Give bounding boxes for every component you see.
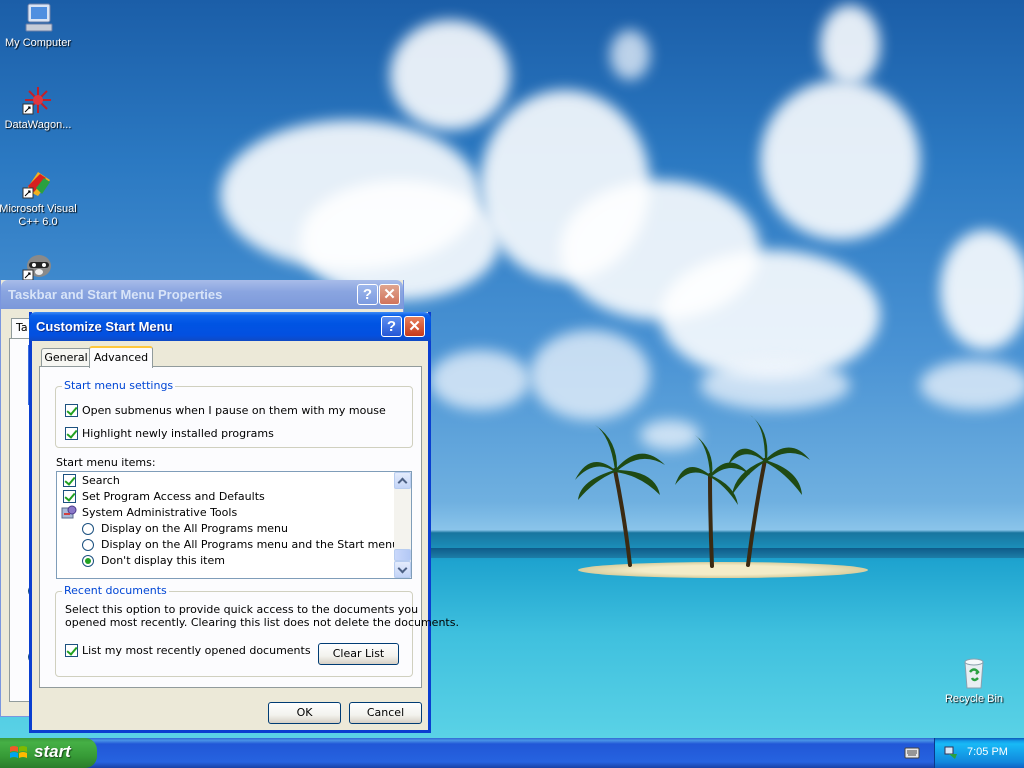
cancel-button[interactable]: Cancel [349, 702, 422, 724]
group-legend: Recent documents [62, 584, 169, 597]
clear-list-button[interactable]: Clear List [318, 643, 399, 665]
recent-docs-description: Select this option to provide quick acce… [65, 603, 419, 616]
datawagon-icon [22, 87, 51, 115]
start-menu-items-label: Start menu items: [56, 456, 156, 469]
list-item: Don't display this item [101, 554, 225, 567]
advanced-tab-panel: Start menu settings Open submenus when I… [39, 366, 459, 688]
group-legend: Start menu settings [62, 379, 176, 392]
windows-logo-icon [10, 746, 27, 758]
system-tray: 7:05 PM [934, 738, 1024, 768]
program-access-checkbox[interactable] [63, 490, 76, 503]
tab-label: Ta [16, 321, 28, 334]
start-menu-items-list[interactable]: Search Set Program Access and Defaults S… [56, 471, 412, 579]
desktop-icon-label: DataWagon... [4, 119, 72, 131]
customize-start-menu-dialog[interactable]: Customize Start Menu ? ✕ General Advance… [29, 312, 459, 733]
taskbar: start 7:05 PM [0, 738, 1024, 768]
desktop-icon-label: Microsoft Visual C++ 6.0 [0, 203, 77, 228]
open-submenus-checkbox[interactable] [65, 404, 78, 417]
tab-label: General [44, 351, 88, 364]
desktop-icon-label: My Computer [4, 37, 72, 49]
checkbox-label: List my most recently opened documents [82, 644, 311, 657]
window-title: Taskbar and Start Menu Properties [8, 287, 223, 302]
ok-button[interactable]: OK [268, 702, 341, 724]
desktop-icon-datawagon[interactable]: DataWagon... [0, 84, 78, 132]
recent-documents-group: Recent documents Select this option to p… [55, 584, 459, 677]
clock[interactable]: 7:05 PM [967, 746, 1008, 758]
button-label: Cancel [366, 706, 405, 719]
dont-display-radio[interactable] [82, 555, 94, 567]
button-label: OK [296, 706, 313, 719]
desktop-icon-label: Recycle Bin [944, 693, 1004, 705]
close-button[interactable]: ✕ [379, 284, 400, 305]
desktop-icon-visual-cpp[interactable]: Microsoft Visual C++ 6.0 [0, 168, 78, 229]
recent-docs-description: opened most recently. Clearing this list… [65, 616, 459, 629]
display-all-programs-and-start-radio[interactable] [82, 539, 94, 551]
help-button[interactable]: ? [357, 284, 378, 305]
desktop-icon-my-computer[interactable]: My Computer [0, 2, 78, 50]
search-checkbox[interactable] [63, 474, 76, 487]
list-item: Search [82, 474, 120, 487]
dialog-title: Customize Start Menu [36, 319, 173, 334]
highlight-programs-checkbox[interactable] [65, 427, 78, 440]
tab-label: Advanced [93, 351, 149, 364]
list-item: Display on the All Programs menu [101, 522, 288, 535]
scroll-thumb[interactable] [394, 549, 411, 561]
start-menu-settings-group: Start menu settings Open submenus when I… [55, 379, 413, 448]
start-button[interactable]: start [0, 738, 97, 768]
checkbox-label: Highlight newly installed programs [82, 427, 274, 440]
display-all-programs-radio[interactable] [82, 523, 94, 535]
recycle-bin-icon [964, 658, 984, 689]
start-label: start [34, 742, 71, 761]
keyboard-icon[interactable] [904, 746, 920, 760]
my-computer-icon [25, 3, 53, 32]
scroll-up-button[interactable] [394, 472, 411, 489]
raccoon-app-icon [22, 255, 51, 281]
button-label: Clear List [332, 647, 385, 660]
list-item: Set Program Access and Defaults [82, 490, 265, 503]
window-titlebar[interactable]: Taskbar and Start Menu Properties ? ✕ [1, 280, 403, 309]
tab-general[interactable]: General [41, 348, 91, 367]
palm-trees [575, 415, 810, 568]
dialog-titlebar[interactable]: Customize Start Menu ? ✕ [29, 312, 431, 341]
list-item-heading: System Administrative Tools [82, 506, 238, 519]
visual-cpp-icon [22, 172, 50, 199]
desktop-icon-recycle-bin[interactable]: Recycle Bin [934, 656, 1014, 706]
list-item: Display on the All Programs menu and the… [101, 538, 400, 551]
close-button[interactable]: ✕ [404, 316, 425, 337]
list-recent-docs-checkbox[interactable] [65, 644, 78, 657]
admin-tools-icon [61, 505, 77, 519]
help-button[interactable]: ? [381, 316, 402, 337]
list-scrollbar[interactable] [394, 472, 411, 578]
scroll-down-button[interactable] [394, 561, 411, 578]
tab-advanced[interactable]: Advanced [89, 346, 153, 368]
checkbox-label: Open submenus when I pause on them with … [82, 404, 386, 417]
network-status-icon[interactable] [943, 745, 959, 761]
